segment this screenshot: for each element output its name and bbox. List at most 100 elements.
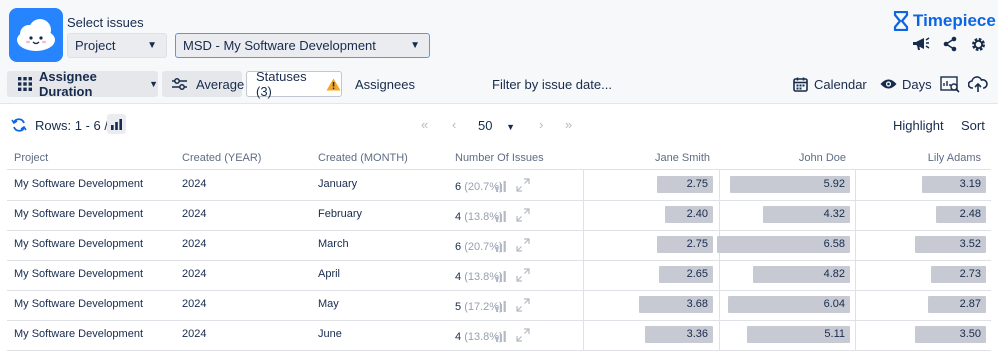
page-size-select[interactable]: 50 ▼ bbox=[478, 118, 515, 133]
duration-bar: 4.32 bbox=[763, 206, 850, 223]
sort-button[interactable]: Sort bbox=[961, 116, 985, 134]
expand-icon[interactable] bbox=[516, 328, 530, 347]
header-divider bbox=[7, 169, 991, 170]
eye-icon bbox=[880, 78, 897, 90]
mini-bar-chart-icon[interactable] bbox=[496, 179, 506, 197]
mini-bar-chart-icon[interactable] bbox=[496, 209, 506, 227]
top-toolbar-area: Select issues Project ▼ MSD - My Softwar… bbox=[0, 0, 998, 104]
expand-icon[interactable] bbox=[516, 208, 530, 227]
issue-count: 6 bbox=[455, 241, 462, 253]
bar-chart-icon[interactable] bbox=[107, 114, 126, 134]
cell-year: 2024 bbox=[182, 268, 207, 280]
filter-date-button[interactable]: Filter by issue date... bbox=[492, 71, 612, 97]
cell-project: My Software Development bbox=[14, 268, 143, 280]
issue-count: 6 bbox=[455, 181, 462, 193]
duration-bar: 5.11 bbox=[747, 326, 850, 343]
cell-year: 2024 bbox=[182, 298, 207, 310]
mini-bar-chart-icon[interactable] bbox=[496, 239, 506, 257]
select-issues-label: Select issues bbox=[67, 15, 144, 30]
duration-bar: 3.19 bbox=[922, 176, 986, 193]
last-page-icon[interactable]: » bbox=[565, 117, 572, 132]
scope-select-value: Project bbox=[75, 38, 116, 53]
project-select-value: MSD - My Software Development bbox=[183, 38, 376, 53]
duration-bar: 2.48 bbox=[936, 206, 986, 223]
statuses-label: Statuses (3) bbox=[256, 69, 307, 99]
megaphone-icon[interactable] bbox=[912, 35, 930, 53]
warning-icon bbox=[326, 78, 341, 91]
report-type-dropdown[interactable]: Assignee Duration ▼ bbox=[7, 69, 158, 99]
refresh-icon[interactable] bbox=[11, 117, 27, 133]
duration-bar: 4.82 bbox=[753, 266, 850, 283]
project-select[interactable]: MSD - My Software Development ▼ bbox=[175, 33, 430, 58]
column-header-year[interactable]: Created (YEAR) bbox=[182, 152, 261, 164]
expand-icon[interactable] bbox=[516, 298, 530, 317]
filter-date-label: Filter by issue date... bbox=[492, 76, 612, 92]
cell-month: March bbox=[318, 238, 349, 250]
average-label: Average bbox=[196, 76, 245, 92]
duration-bar: 2.75 bbox=[657, 236, 713, 253]
app-logo-icon bbox=[9, 8, 63, 62]
assignees-label: Assignees bbox=[355, 76, 415, 92]
mini-bar-chart-icon[interactable] bbox=[496, 269, 506, 287]
issue-count: 4 bbox=[455, 271, 462, 283]
issue-count: 4 bbox=[455, 331, 462, 343]
cell-year: 2024 bbox=[182, 328, 207, 340]
cell-year: 2024 bbox=[182, 238, 207, 250]
calendar-button[interactable]: Calendar bbox=[793, 71, 867, 97]
grid-icon bbox=[18, 77, 32, 91]
duration-bar: 3.68 bbox=[639, 296, 713, 313]
gear-icon[interactable] bbox=[969, 35, 987, 53]
mini-bar-chart-icon[interactable] bbox=[496, 299, 506, 317]
expand-icon[interactable] bbox=[516, 238, 530, 257]
average-button[interactable]: Average bbox=[162, 71, 245, 97]
cell-month: January bbox=[318, 178, 358, 190]
expand-icon[interactable] bbox=[516, 268, 530, 287]
duration-bar: 2.73 bbox=[931, 266, 986, 283]
next-page-icon[interactable]: › bbox=[539, 117, 543, 132]
page-size-value: 50 bbox=[478, 118, 493, 133]
cell-month: May bbox=[318, 298, 339, 310]
first-page-icon[interactable]: « bbox=[421, 117, 428, 132]
cell-year: 2024 bbox=[182, 178, 207, 190]
column-header-month[interactable]: Created (MONTH) bbox=[318, 152, 408, 164]
hourglass-icon bbox=[893, 11, 909, 31]
duration-bar: 6.04 bbox=[728, 296, 850, 313]
issue-count: 5 bbox=[455, 301, 462, 313]
duration-bar: 2.87 bbox=[928, 296, 986, 313]
cloud-upload-icon[interactable] bbox=[968, 75, 988, 93]
report-type-label: Assignee Duration bbox=[39, 69, 97, 99]
chevron-down-icon: ▼ bbox=[410, 40, 420, 51]
previous-page-icon[interactable]: ‹ bbox=[452, 117, 456, 132]
chevron-down-icon: ▼ bbox=[506, 122, 516, 132]
expand-icon[interactable] bbox=[516, 178, 530, 197]
duration-bar: 6.58 bbox=[717, 236, 850, 253]
column-header-issues[interactable]: Number Of Issues bbox=[455, 152, 544, 164]
column-header-jane-smith[interactable]: Jane Smith bbox=[585, 152, 710, 164]
duration-bar: 3.52 bbox=[915, 236, 986, 253]
duration-bar: 2.40 bbox=[665, 206, 713, 223]
share-icon[interactable] bbox=[941, 35, 959, 53]
report-view-icon[interactable] bbox=[940, 75, 960, 93]
column-header-lily-adams[interactable]: Lily Adams bbox=[858, 152, 981, 164]
duration-bar: 2.75 bbox=[657, 176, 713, 193]
highlight-button[interactable]: Highlight bbox=[893, 116, 944, 134]
days-button[interactable]: Days bbox=[880, 71, 932, 97]
brand-name: Timepiece bbox=[913, 11, 996, 30]
sliders-icon bbox=[172, 78, 187, 90]
calendar-icon bbox=[793, 77, 808, 92]
cell-project: My Software Development bbox=[14, 298, 143, 310]
duration-bar: 3.50 bbox=[915, 326, 986, 343]
duration-bar: 2.65 bbox=[659, 266, 713, 283]
assignees-button[interactable]: Assignees bbox=[355, 71, 415, 97]
statuses-button[interactable]: Statuses (3) bbox=[246, 69, 342, 99]
column-header-project[interactable]: Project bbox=[14, 152, 48, 164]
column-header-john-doe[interactable]: John Doe bbox=[722, 152, 846, 164]
cell-month: April bbox=[318, 268, 341, 280]
cell-project: My Software Development bbox=[14, 208, 143, 220]
cell-month: June bbox=[318, 328, 342, 340]
issue-count: 4 bbox=[455, 211, 462, 223]
scope-select[interactable]: Project ▼ bbox=[67, 33, 167, 58]
cell-month: February bbox=[318, 208, 363, 220]
mini-bar-chart-icon[interactable] bbox=[496, 329, 506, 347]
sort-label: Sort bbox=[961, 117, 985, 133]
